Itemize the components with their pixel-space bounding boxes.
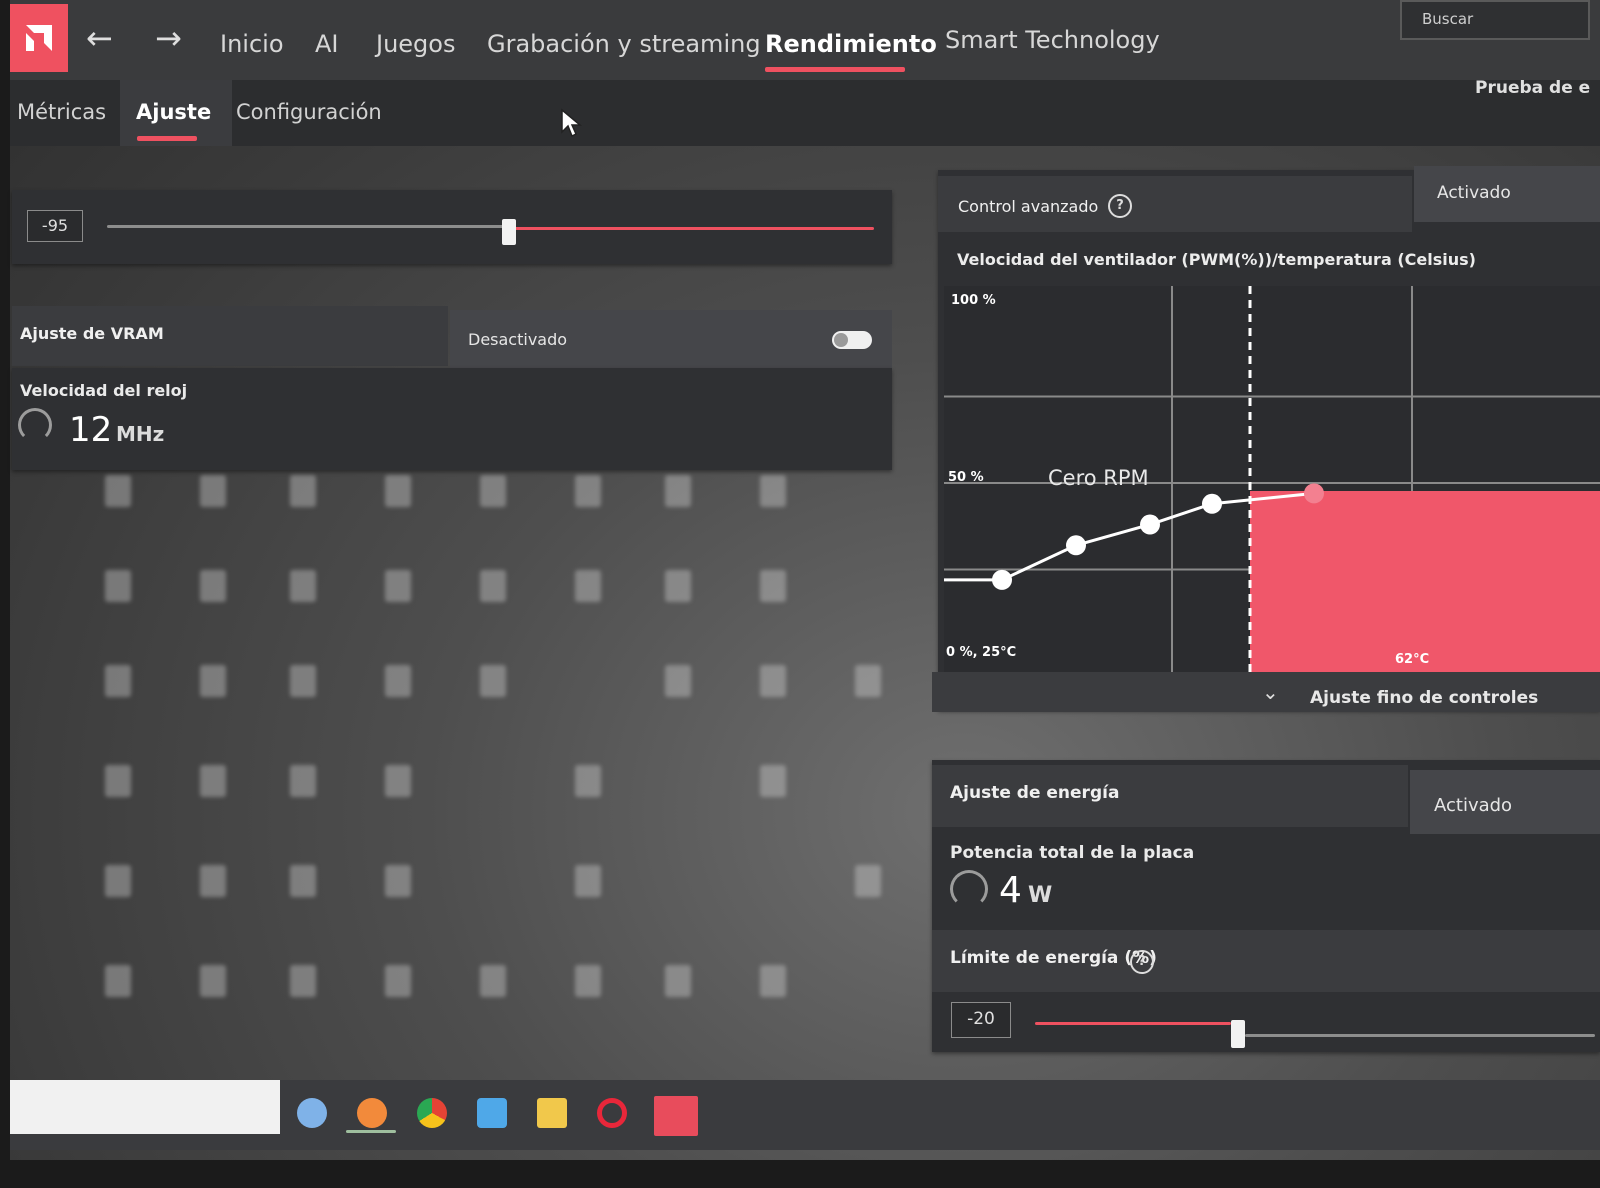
fan-shaded-region (1250, 491, 1600, 672)
chrome-icon[interactable] (417, 1098, 447, 1128)
opera-icon[interactable] (597, 1098, 627, 1128)
power-limit-thumb[interactable] (1231, 1020, 1245, 1048)
fan-curve-point (992, 569, 1012, 590)
fan-curve-point (1140, 514, 1160, 535)
active-nav-underline (765, 67, 905, 72)
power-loading-icon (950, 870, 988, 908)
nav-item-inicio[interactable]: Inicio (220, 30, 284, 58)
fan-chart-title: Velocidad del ventilador (PWM(%))/temper… (957, 250, 1476, 269)
fan-label-0: 0 %, 25°C (946, 645, 1017, 660)
subtab-metricas[interactable]: Métricas (17, 100, 106, 124)
power-limit-label: Límite de energía (%) (950, 948, 1157, 968)
power-limit-track[interactable] (1245, 1034, 1595, 1037)
clock-speed-value: 12 (69, 410, 113, 450)
nav-item-ai[interactable]: AI (315, 30, 339, 58)
top-slider-track[interactable] (107, 225, 507, 228)
power-limit-value[interactable]: -20 (951, 1002, 1011, 1038)
stress-test-label[interactable]: Prueba de e (1475, 78, 1590, 98)
energy-title: Ajuste de energía (950, 783, 1120, 803)
subtab-configuracion[interactable]: Configuración (236, 100, 382, 124)
fan-curve-point (1202, 493, 1222, 514)
nav-item-grabacion[interactable]: Grabación y streaming (487, 30, 761, 58)
amd-icon[interactable] (654, 1096, 698, 1136)
subtab-ajuste[interactable]: Ajuste (136, 100, 211, 124)
firefox-icon[interactable] (357, 1098, 387, 1128)
advanced-control-state[interactable]: Activado (1437, 183, 1511, 203)
amd-logo-icon[interactable] (10, 4, 68, 72)
mouse-cursor-icon (561, 108, 582, 138)
active-subtab-underline (137, 136, 197, 141)
fan-curve-chart[interactable] (944, 286, 1600, 672)
fan-curve-point (1066, 535, 1086, 556)
advanced-control-label: Control avanzado (958, 197, 1099, 216)
clock-speed-label: Velocidad del reloj (20, 381, 188, 400)
zero-rpm-label: Cero RPM (1048, 466, 1149, 490)
help-icon[interactable]: ? (1108, 194, 1132, 218)
fan-temp-label: 62°C (1395, 652, 1430, 667)
top-slider-thumb[interactable] (502, 219, 516, 245)
vram-state: Desactivado (468, 330, 568, 349)
vram-title: Ajuste de VRAM (20, 324, 164, 343)
fan-curve-point (1304, 483, 1324, 504)
power-limit-fill (1035, 1022, 1231, 1025)
nav-item-juegos[interactable]: Juegos (376, 30, 455, 58)
energy-state[interactable]: Activado (1434, 795, 1512, 816)
chevron-down-icon[interactable]: ⌄ (1262, 680, 1279, 704)
top-slider-value[interactable]: -95 (27, 210, 83, 242)
fan-label-50: 50 % (948, 470, 984, 485)
mail-icon[interactable] (477, 1098, 507, 1128)
top-slider-fill (512, 227, 874, 230)
nav-item-rendimiento[interactable]: Rendimiento (765, 30, 937, 58)
back-arrow-icon[interactable]: ← (86, 22, 113, 54)
search-input[interactable]: Buscar (1400, 0, 1590, 40)
copilot-icon[interactable] (297, 1098, 327, 1128)
taskbar-search[interactable] (10, 1080, 280, 1134)
clock-loading-icon (18, 408, 52, 442)
board-power-label: Potencia total de la placa (950, 843, 1195, 863)
power-limit-help-icon[interactable]: ? (1130, 950, 1154, 974)
fan-label-100: 100 % (951, 293, 996, 308)
taskbar-active-indicator (346, 1130, 396, 1133)
nav-item-smart-technology[interactable]: Smart Technology (945, 26, 1160, 54)
board-power-value: 4 (999, 870, 1022, 911)
folder-icon[interactable] (537, 1098, 567, 1128)
board-power-unit: W (1028, 883, 1053, 908)
forward-arrow-icon[interactable]: → (155, 22, 182, 54)
fine-tune-label[interactable]: Ajuste fino de controles (1310, 688, 1538, 708)
vram-toggle[interactable] (832, 331, 872, 349)
clock-speed-unit: MHz (116, 422, 165, 446)
